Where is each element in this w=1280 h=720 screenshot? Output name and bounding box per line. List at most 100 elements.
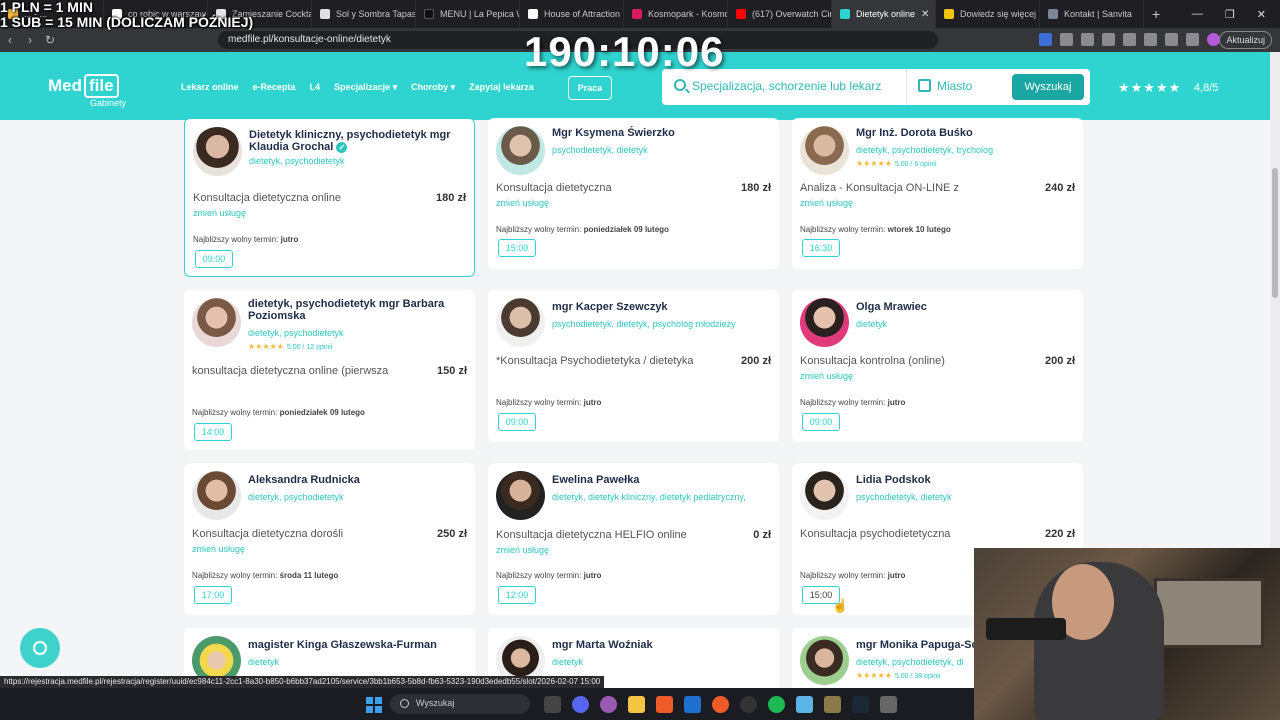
doctor-name[interactable]: Ewelina Pawełka — [552, 474, 639, 486]
new-tab-icon[interactable]: + — [1144, 6, 1168, 22]
taskbar-search[interactable]: Wyszukaj — [390, 694, 530, 714]
minimize-icon[interactable]: — — [1192, 8, 1203, 21]
change-service-link[interactable]: zmień usługę — [193, 208, 246, 218]
doctor-name[interactable]: Dietetyk kliniczny, psychodietetyk mgr K… — [249, 129, 474, 153]
doctor-name[interactable]: Mgr Ksymena Świerzko — [552, 127, 675, 139]
reload-icon[interactable]: ↻ — [40, 33, 60, 47]
nav-lekarz-online[interactable]: Lekarz online — [181, 82, 239, 93]
app-icon[interactable] — [824, 696, 841, 713]
doctor-card[interactable]: mgr Kacper Szewczyk psychodietetyk, diet… — [488, 290, 779, 442]
browser-tab[interactable]: Kosmopark - Kosmo — [624, 0, 728, 28]
extension-icon[interactable] — [1039, 33, 1052, 46]
change-service-link[interactable]: zmień usługę — [496, 545, 549, 555]
screenshot-icon[interactable] — [1081, 33, 1094, 46]
browser-tab[interactable]: House of Attraction — [520, 0, 624, 28]
change-service-link[interactable]: zmień usługę — [800, 198, 853, 208]
maximize-icon[interactable]: ❐ — [1225, 8, 1235, 21]
brave-icon[interactable] — [656, 696, 673, 713]
change-service-link[interactable]: zmień usługę — [496, 198, 549, 208]
sidebar-icon[interactable] — [1123, 33, 1136, 46]
time-slot-button[interactable]: 14:00 — [194, 423, 232, 441]
doctor-card[interactable]: Mgr Inż. Dorota Buśko dietetyk, psychodi… — [792, 118, 1083, 269]
browser-tab[interactable]: Sol y Sombra Tapas — [312, 0, 416, 28]
music-icon[interactable] — [1102, 33, 1115, 46]
app-icon[interactable] — [600, 696, 617, 713]
time-slot-button[interactable]: 16:30 — [802, 239, 840, 257]
doctor-name[interactable]: mgr Monika Papuga-So — [856, 639, 978, 651]
change-service-link[interactable]: zmień usługę — [800, 371, 853, 381]
extensions-bar — [1039, 33, 1220, 46]
doctor-card[interactable]: Olga Mrawiec dietetyk Konsultacja kontro… — [792, 290, 1083, 442]
doctor-name[interactable]: mgr Kacper Szewczyk — [552, 301, 668, 313]
time-slot-button[interactable]: 12:00 — [498, 586, 536, 604]
tab-title: Kontakt | Sanvita — [1064, 9, 1132, 19]
nav-choroby-dropdown[interactable]: Choroby — [411, 82, 455, 93]
windows-taskbar: Wyszukaj — [0, 688, 974, 720]
search-input[interactable]: Specjalizacja, schorzenie lub lekarz — [692, 79, 881, 93]
browser-tab[interactable]: MENU | La Pepica W — [416, 0, 520, 28]
doctor-card[interactable]: Ewelina Pawełka dietetyk, dietetyk klini… — [488, 463, 779, 615]
browser-tab[interactable]: Kontakt | Sanvita — [1040, 0, 1144, 28]
doctor-card[interactable]: Dietetyk kliniczny, psychodietetyk mgr K… — [184, 118, 475, 277]
browser-tab[interactable]: (617) Overwatch Cir — [728, 0, 832, 28]
app-icon[interactable] — [684, 696, 701, 713]
browser-tab-active[interactable]: Dietetyk online ✕ — [832, 0, 936, 28]
tab-favicon-icon — [1048, 9, 1058, 19]
close-window-icon[interactable]: ✕ — [1257, 8, 1266, 21]
doctor-specialization: psychodietetyk, dietetyk — [856, 492, 952, 502]
time-slot-button[interactable]: 15:00 — [498, 239, 536, 257]
windows-start-icon[interactable] — [366, 697, 382, 713]
doctor-card[interactable]: dietetyk, psychodietetyk mgr Barbara Poz… — [184, 290, 475, 450]
city-input[interactable]: Miasto — [937, 79, 972, 93]
doctor-name[interactable]: magister Kinga Głaszewska-Furman — [248, 639, 437, 651]
vpn-icon[interactable] — [1186, 33, 1199, 46]
calculator-icon[interactable] — [880, 696, 897, 713]
task-view-icon[interactable] — [544, 696, 561, 713]
forward-icon[interactable]: › — [20, 33, 40, 47]
update-button[interactable]: Aktualizuj — [1219, 31, 1272, 49]
obs-icon[interactable] — [740, 696, 757, 713]
profile-icon[interactable] — [1207, 33, 1220, 46]
time-slot-button[interactable]: 09:00 — [195, 250, 233, 268]
time-slot-button[interactable]: 17:00 — [194, 586, 232, 604]
nav-specjalizacje-dropdown[interactable]: Specjalizacje — [334, 82, 397, 93]
doctor-specialization: dietetyk, psychodietetyk — [249, 156, 345, 166]
search-button[interactable]: Wyszukaj — [1012, 74, 1084, 100]
nav-zapytaj-lekarza[interactable]: Zapytaj lekarza — [469, 82, 534, 93]
service-price: 180 zł — [436, 192, 466, 204]
wallet-icon[interactable] — [1144, 33, 1157, 46]
browser-tab[interactable]: Dowiedz się więcej — [936, 0, 1040, 28]
service-price: 220 zł — [1045, 528, 1075, 540]
close-tab-icon[interactable]: ✕ — [921, 9, 929, 20]
doctor-name[interactable]: dietetyk, psychodietetyk mgr Barbara Poz… — [248, 298, 468, 322]
spotify-icon[interactable] — [768, 696, 785, 713]
doctor-name[interactable]: mgr Marta Woźniak — [552, 639, 653, 651]
discord-icon[interactable] — [572, 696, 589, 713]
brave-browser-icon[interactable] — [712, 696, 729, 713]
nav-e-recepta[interactable]: e-Recepta — [253, 82, 296, 93]
doctor-avatar — [800, 636, 849, 685]
medfile-logo[interactable]: Med file — [48, 74, 119, 98]
scrollbar-thumb[interactable] — [1272, 168, 1278, 298]
nav-l4[interactable]: L4 — [310, 82, 321, 93]
steam-icon[interactable] — [852, 696, 869, 713]
praca-button[interactable]: Praca — [568, 76, 612, 100]
time-slot-button[interactable]: 09:00 — [498, 413, 536, 431]
cookie-settings-button[interactable] — [20, 628, 60, 668]
time-slot-button[interactable]: 09:00 — [802, 413, 840, 431]
service-price: 240 zł — [1045, 182, 1075, 194]
doctor-name[interactable]: Aleksandra Rudnicka — [248, 474, 360, 486]
doctor-name[interactable]: Mgr Inż. Dorota Buśko — [856, 127, 973, 139]
back-icon[interactable]: ‹ — [0, 33, 20, 47]
file-explorer-icon[interactable] — [628, 696, 645, 713]
doctor-specialization: psychodietetyk, dietetyk, psycholog młod… — [552, 319, 736, 329]
doctor-name[interactable]: Olga Mrawiec — [856, 301, 927, 313]
leo-icon[interactable] — [1165, 33, 1178, 46]
doctor-name[interactable]: Lidia Podskok — [856, 474, 931, 486]
puzzle-icon[interactable] — [1060, 33, 1073, 46]
change-service-link[interactable]: zmień usługę — [192, 544, 245, 554]
doctor-card[interactable]: Mgr Ksymena Świerzko psychodietetyk, die… — [488, 118, 779, 269]
doctor-card[interactable]: Aleksandra Rudnicka dietetyk, psychodiet… — [184, 463, 475, 615]
doctor-specialization: dietetyk — [248, 657, 280, 667]
notepad-icon[interactable] — [796, 696, 813, 713]
